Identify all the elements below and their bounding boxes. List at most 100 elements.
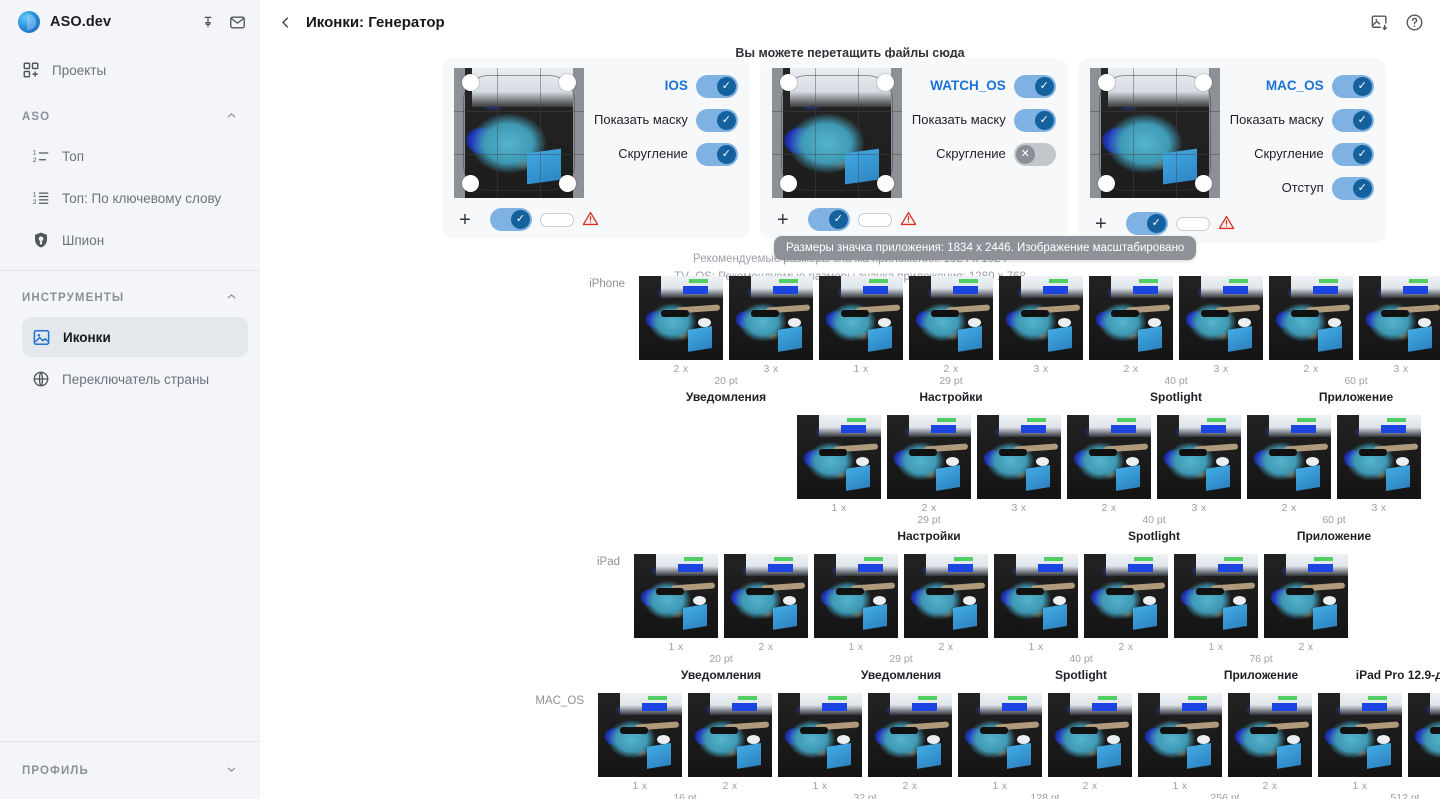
sidebar-item-top[interactable]: 12 Топ <box>22 136 248 176</box>
icon-tile[interactable]: 2 x <box>904 554 988 653</box>
icon-grid-row: 1 x 2 x 3 x 2 x 3 x 2 x 3 x29 pt40 pt60 … <box>260 415 1440 548</box>
icon-tile[interactable]: 2 x <box>1067 415 1151 514</box>
pin-icon[interactable] <box>201 15 215 29</box>
toggle-option[interactable]: ✕ <box>1014 143 1056 166</box>
icon-size-pt-label: 20 pt <box>709 653 732 665</box>
icon-tile[interactable]: 2 x <box>639 276 723 375</box>
plus-icon[interactable]: + <box>1092 214 1110 234</box>
crop-button[interactable] <box>540 213 574 227</box>
icon-tile[interactable]: 2 x <box>1084 554 1168 653</box>
icon-tile[interactable]: 2 x <box>1089 276 1173 375</box>
icon-tile[interactable]: 1 x <box>1318 693 1402 792</box>
crop-toggle[interactable]: ✓ <box>490 208 532 231</box>
icon-tile[interactable]: 2 x <box>1048 693 1132 792</box>
plus-icon[interactable]: + <box>774 210 792 230</box>
warning-triangle-icon[interactable] <box>900 210 917 230</box>
icon-group-name-label: Настройки <box>897 529 960 543</box>
crop-preview-mac_os[interactable] <box>1090 68 1220 198</box>
toggle-option[interactable]: ✓ <box>696 143 738 166</box>
toggle-platform[interactable]: ✓ <box>696 75 738 98</box>
icon-tile[interactable]: 2 x <box>688 693 772 792</box>
icon-tile[interactable]: 3 x <box>999 276 1083 375</box>
crop-button[interactable] <box>1176 217 1210 231</box>
sidebar-item-country-switcher[interactable]: Переключатель страны <box>22 359 248 399</box>
icon-tile[interactable]: 3 x <box>1359 276 1440 375</box>
toggle-option[interactable]: ✓ <box>1332 177 1374 200</box>
icon-size-pt-label: 20 pt <box>714 375 737 387</box>
icon-scale-label: 1 x <box>1029 641 1044 653</box>
icon-group-name-label: Приложение <box>1224 668 1298 682</box>
icon-group-name-label: Уведомления <box>861 668 941 682</box>
icon-tile[interactable]: 1 x <box>634 554 718 653</box>
icon-tile[interactable]: 1 x <box>819 276 903 375</box>
icon-tile[interactable]: 2 x <box>887 415 971 514</box>
icon-tile[interactable]: 1 x <box>814 554 898 653</box>
icon-tile[interactable]: 1 x <box>778 693 862 792</box>
icon-scale-label: 2 x <box>1124 363 1139 375</box>
sidebar-item-profile[interactable]: ПРОФИЛЬ <box>0 741 260 799</box>
sidebar-item-top-by-keyword[interactable]: 12 Топ: По ключевому слову <box>22 178 248 218</box>
plus-icon[interactable]: + <box>456 210 474 230</box>
help-circle-icon[interactable] <box>1405 13 1424 32</box>
icon-tile[interactable]: 2 x <box>1247 415 1331 514</box>
content-area: Вы можете перетащить файлы сюда IOS✓Пока… <box>260 44 1440 799</box>
icon-scale-label: 2 x <box>674 363 689 375</box>
toggle-platform[interactable]: ✓ <box>1014 75 1056 98</box>
icon-tile[interactable]: 2 x <box>1264 554 1348 653</box>
option-label: Скругление <box>936 146 1006 162</box>
sidebar-item-label: Топ <box>62 149 84 164</box>
icon-tile[interactable]: 3 x <box>729 276 813 375</box>
platform-name-label: IOS <box>665 78 688 94</box>
icon-tile[interactable]: 2 x <box>1228 693 1312 792</box>
icon-tile[interactable]: 1 x <box>1138 693 1222 792</box>
icon-tile[interactable]: 2 x <box>868 693 952 792</box>
icon-scale-label: 1 x <box>832 502 847 514</box>
icon-tile[interactable]: 1 x <box>598 693 682 792</box>
chevron-up-icon[interactable] <box>225 109 238 125</box>
toggle-option[interactable]: ✓ <box>1014 109 1056 132</box>
crop-preview-ios[interactable] <box>454 68 584 198</box>
sidebar-item-projects[interactable]: Проекты <box>12 50 248 90</box>
svg-text:1: 1 <box>33 150 37 157</box>
crop-button[interactable] <box>858 213 892 227</box>
crop-toggle[interactable]: ✓ <box>808 208 850 231</box>
chevron-up-icon[interactable] <box>225 290 238 306</box>
icon-grid-row: iPad 1 x 2 x 1 x 2 x 1 x 2 x 1 x 2 x 2 x… <box>260 554 1440 687</box>
toggle-platform[interactable]: ✓ <box>1332 75 1374 98</box>
warning-triangle-icon[interactable] <box>582 210 599 230</box>
mail-icon[interactable] <box>229 14 246 31</box>
icon-scale-label: 2 x <box>1299 641 1314 653</box>
image-download-icon[interactable] <box>1370 13 1389 32</box>
sidebar-item-icons[interactable]: Иконки <box>22 317 248 357</box>
icon-tile[interactable]: 1 x <box>797 415 881 514</box>
crop-toggle[interactable]: ✓ <box>1126 212 1168 235</box>
toggle-option[interactable]: ✓ <box>1332 109 1374 132</box>
icon-group-name-label: Spotlight <box>1128 529 1180 543</box>
icon-tile[interactable]: 1 x <box>958 693 1042 792</box>
icon-tile[interactable]: 1 x <box>1174 554 1258 653</box>
icon-tile[interactable]: 3 x <box>1157 415 1241 514</box>
sidebar-section-tools[interactable]: ИНСТРУМЕНТЫ <box>22 281 238 315</box>
icon-tile[interactable]: 3 x <box>977 415 1061 514</box>
back-button[interactable] <box>274 11 296 33</box>
crop-preview-watch_os[interactable] <box>772 68 902 198</box>
toggle-option[interactable]: ✓ <box>696 109 738 132</box>
sidebar-item-spy[interactable]: Шпион <box>22 220 248 260</box>
icon-tile[interactable]: 3 x <box>1179 276 1263 375</box>
card-footer: + ✓ <box>1090 208 1374 235</box>
option-label: Показать маску <box>1230 112 1324 128</box>
content-scrollbar[interactable] <box>1434 92 1438 792</box>
icon-tile[interactable]: 3 x <box>1337 415 1421 514</box>
icon-scale-label: 1 x <box>633 780 648 792</box>
icon-scale-label: 3 x <box>1214 363 1229 375</box>
icon-size-pt-label: 60 pt <box>1344 375 1367 387</box>
icon-tile[interactable]: 1 x <box>994 554 1078 653</box>
chevron-down-icon[interactable] <box>225 763 238 779</box>
warning-triangle-icon[interactable] <box>1218 214 1235 234</box>
icon-tile[interactable]: 2 x <box>909 276 993 375</box>
icon-tile[interactable]: 2 x <box>724 554 808 653</box>
sidebar-section-aso[interactable]: ASO <box>22 100 238 134</box>
toggle-option[interactable]: ✓ <box>1332 143 1374 166</box>
app-logo-icon <box>18 11 40 33</box>
icon-tile[interactable]: 2 x <box>1269 276 1353 375</box>
